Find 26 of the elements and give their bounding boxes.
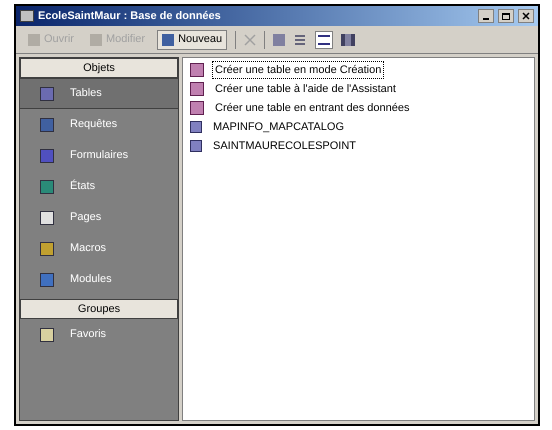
close-button[interactable] xyxy=(518,9,534,23)
objects-header[interactable]: Objets xyxy=(20,58,178,78)
list-item[interactable]: Créer une table en mode Création xyxy=(212,60,384,80)
close-icon xyxy=(522,12,530,20)
groups-header[interactable]: Groupes xyxy=(20,299,178,319)
list-item[interactable]: Créer une table en entrant des données xyxy=(212,98,412,118)
maximize-button[interactable] xyxy=(498,9,514,23)
minimize-icon xyxy=(483,18,489,20)
minimize-button[interactable] xyxy=(478,9,494,23)
object-item[interactable]: Formulaires xyxy=(20,140,178,171)
list-item[interactable]: SAINTMAURECOLESPOINT xyxy=(210,136,360,156)
maximize-icon xyxy=(502,12,510,20)
object-item[interactable]: Macros xyxy=(20,233,178,264)
window-title: EcoleSaintMaur : Base de données xyxy=(38,8,222,24)
object-item[interactable]: Modules xyxy=(20,264,178,295)
list-item[interactable]: Créer une table à l'aide de l'Assistant xyxy=(212,80,399,98)
object-item[interactable]: États xyxy=(20,171,178,202)
small-icons-icon[interactable] xyxy=(293,32,308,46)
list-view-icon[interactable] xyxy=(315,30,334,48)
details-view-icon[interactable] xyxy=(341,34,356,46)
object-item[interactable]: Requêtes xyxy=(20,109,178,140)
object-item[interactable]: Pages xyxy=(20,202,178,233)
object-item[interactable]: Tables xyxy=(20,78,178,109)
group-item[interactable]: Favoris xyxy=(20,319,178,350)
new-button[interactable]: Nouveau xyxy=(157,30,228,50)
list-item[interactable]: MAPINFO_MAPCATALOG xyxy=(210,118,348,136)
